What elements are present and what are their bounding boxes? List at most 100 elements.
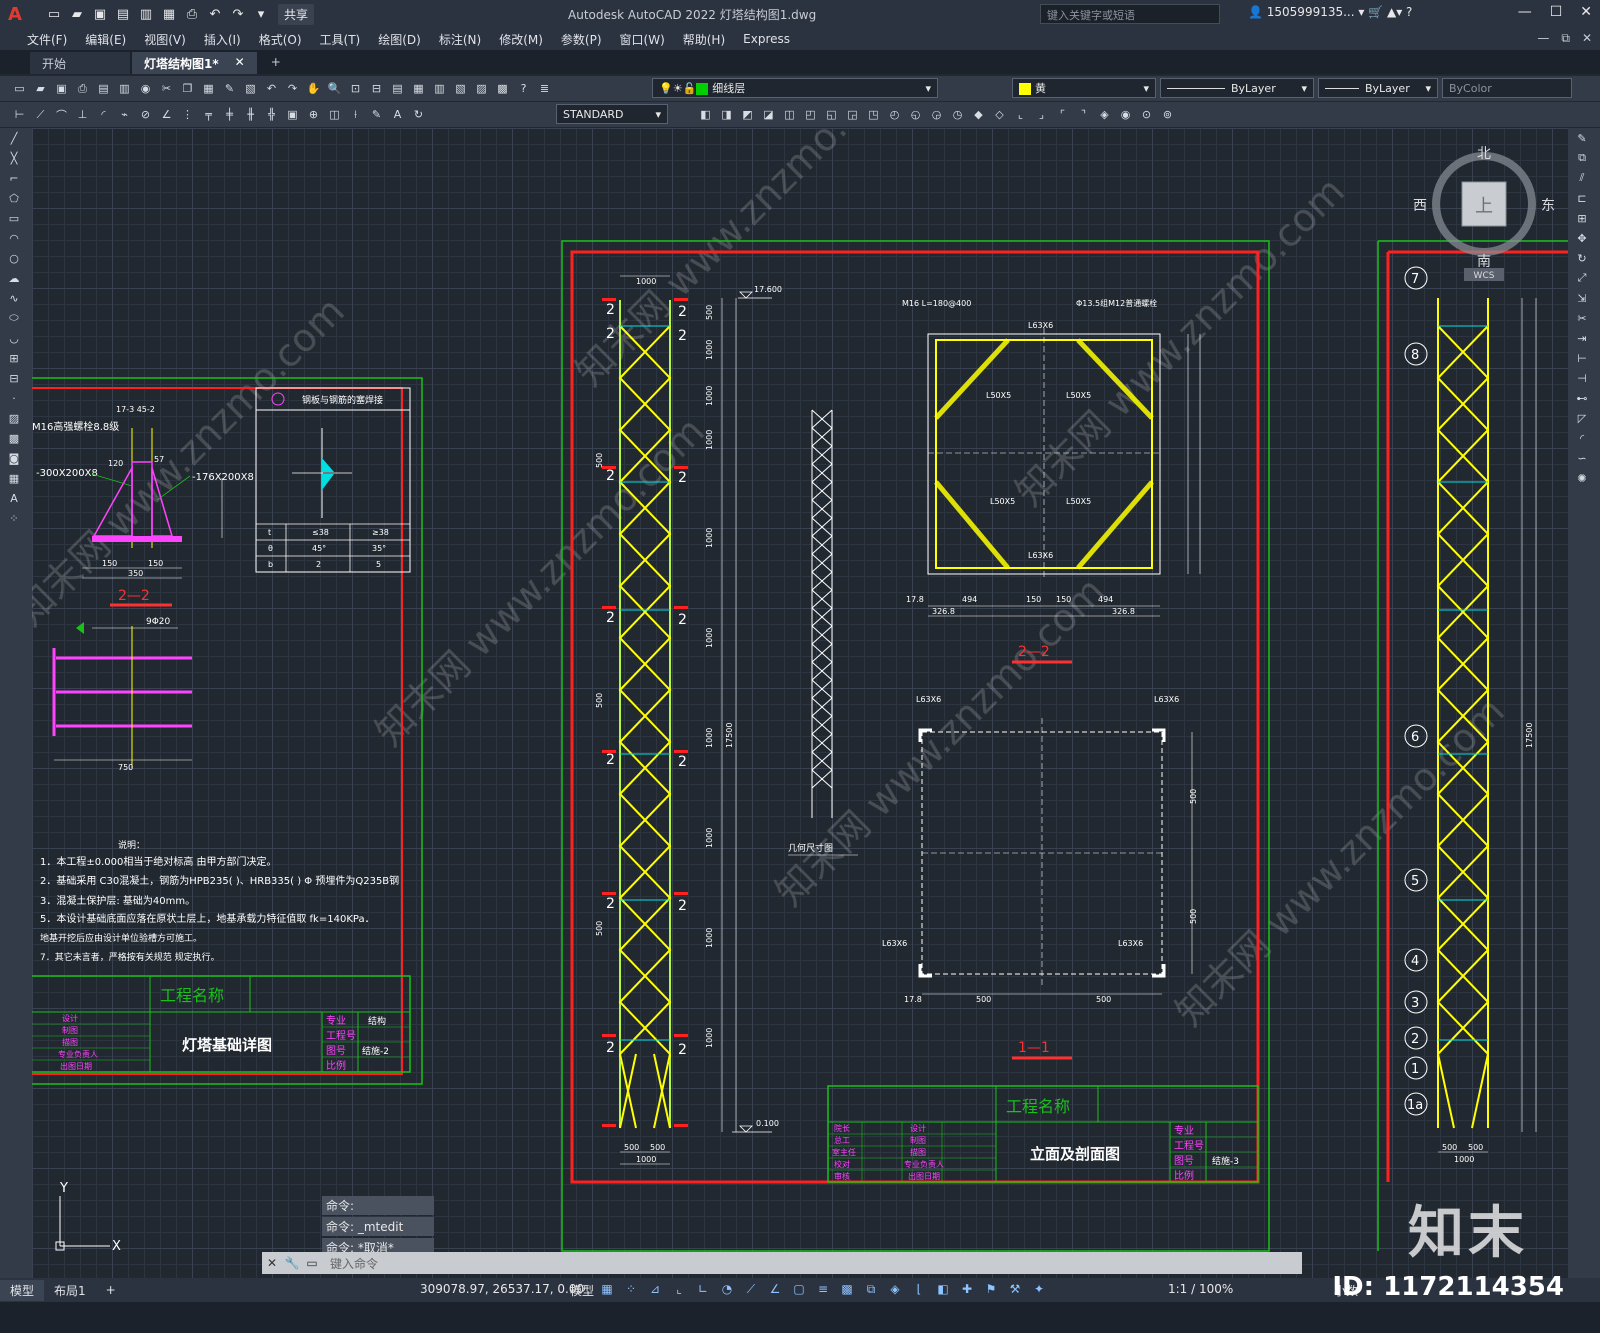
polyline-tool-icon[interactable]: ⌐ — [0, 168, 28, 188]
ucs-origin-icon[interactable]: ⊙ — [1137, 105, 1156, 124]
copy-icon[interactable]: ❐ — [178, 79, 197, 98]
menu-tools[interactable]: 工具(T) — [311, 31, 370, 48]
view-left-icon[interactable]: ◩ — [738, 105, 757, 124]
save-tool-icon[interactable]: ▣ — [52, 79, 71, 98]
tab-drawing[interactable]: 灯塔结构图1* ✕ — [132, 52, 257, 74]
dim-edit-icon[interactable]: ✎ — [367, 105, 386, 124]
copy-tool-icon[interactable]: ⧉ — [1568, 148, 1596, 168]
layer-combo[interactable]: 💡☀🔓 细线层 ▾ — [652, 78, 938, 98]
mirror-tool-icon[interactable]: ⫽ — [1568, 168, 1596, 188]
gradient-tool-icon[interactable]: ▩ — [0, 428, 28, 448]
move-tool-icon[interactable]: ✥ — [1568, 228, 1596, 248]
undo-tool-icon[interactable]: ↶ — [262, 79, 281, 98]
menu-help[interactable]: 帮助(H) — [674, 31, 734, 48]
menu-view[interactable]: 视图(V) — [135, 31, 195, 48]
explode-tool-icon[interactable]: ✺ — [1568, 468, 1596, 488]
drawing-close-icon[interactable]: ✕ — [1582, 31, 1592, 46]
zoom-window-icon[interactable]: ⊡ — [346, 79, 365, 98]
autocad-logo-icon[interactable]: A — [0, 0, 30, 28]
add-selected-icon[interactable]: ⁘ — [0, 508, 28, 528]
block-editor-icon[interactable]: ▧ — [241, 79, 260, 98]
revcloud-tool-icon[interactable]: ☁ — [0, 268, 28, 288]
annotation-scale-icon[interactable]: ✦ — [1030, 1280, 1048, 1298]
paste-icon[interactable]: ▦ — [199, 79, 218, 98]
dim-text-edit-icon[interactable]: A — [388, 105, 407, 124]
viewcube[interactable]: 北 南 东 西 上 WCS — [1402, 142, 1562, 282]
trim-tool-icon[interactable]: ✂ — [1568, 308, 1596, 328]
new-file-icon[interactable]: ▭ — [44, 5, 64, 23]
view-front-icon[interactable]: ◫ — [780, 105, 799, 124]
dim-continue-icon[interactable]: ╪ — [220, 105, 239, 124]
xline-tool-icon[interactable]: ╳ — [0, 148, 28, 168]
blend-tool-icon[interactable]: ∽ — [1568, 448, 1596, 468]
plotstyle-combo[interactable]: ByColor — [1442, 78, 1572, 98]
command-input[interactable]: 键入命令 — [322, 1255, 1302, 1272]
dynamic-ucs-icon[interactable]: ⌊ — [910, 1280, 928, 1298]
dim-linear-icon[interactable]: ⊢ — [10, 105, 29, 124]
dim-radius-icon[interactable]: ◜ — [94, 105, 113, 124]
view-sw-icon[interactable]: ◱ — [822, 105, 841, 124]
dim-ordinate-icon[interactable]: ⊥ — [73, 105, 92, 124]
redo-icon[interactable]: ↷ — [228, 5, 248, 23]
polar-toggle-icon[interactable]: ◔ — [718, 1280, 736, 1298]
osnap-icon[interactable]: ▢ — [790, 1280, 808, 1298]
mtext-tool-icon[interactable]: A — [0, 488, 28, 508]
web-open-icon[interactable]: ▦ — [159, 5, 179, 23]
view-se-icon[interactable]: ◲ — [843, 105, 862, 124]
menu-dimension[interactable]: 标注(N) — [430, 31, 490, 48]
realistic-icon[interactable]: ◆ — [969, 105, 988, 124]
rectangle-tool-icon[interactable]: ▭ — [0, 208, 28, 228]
zoom-previous-icon[interactable]: ⊟ — [367, 79, 386, 98]
web-save-icon[interactable]: ▥ — [136, 5, 156, 23]
3d-osnap-icon[interactable]: ◈ — [886, 1280, 904, 1298]
stretch-tool-icon[interactable]: ⇲ — [1568, 288, 1596, 308]
isodraft-icon[interactable]: ⟋ — [742, 1280, 760, 1298]
tolerance-icon[interactable]: ▣ — [283, 105, 302, 124]
view-ne-icon[interactable]: ◳ — [864, 105, 883, 124]
wireframe-icon[interactable]: ◶ — [927, 105, 946, 124]
make-block-icon[interactable]: ⊟ — [0, 368, 28, 388]
region-tool-icon[interactable]: ◙ — [0, 448, 28, 468]
dim-angular-icon[interactable]: ∠ — [157, 105, 176, 124]
color-combo[interactable]: 黄 ▾ — [1012, 78, 1156, 98]
layout-tab-layout1[interactable]: 布局1 — [44, 1280, 96, 1301]
arc-tool-icon[interactable]: ◠ — [0, 228, 28, 248]
annotation-scale[interactable]: 1:1 / 100% — [1168, 1282, 1233, 1296]
new-tab-button[interactable]: + — [259, 52, 293, 74]
gizmo-icon[interactable]: ✚ — [958, 1280, 976, 1298]
close-icon[interactable]: ✕ — [1580, 4, 1592, 20]
drawing-canvas[interactable]: 知末网 www.znzmo.com 知末网 www.znzmo.com 知末网 … — [32, 128, 1568, 1278]
plot-icon[interactable]: ⎙ — [182, 5, 202, 23]
erase-tool-icon[interactable]: ✎ — [1568, 128, 1596, 148]
ucs-zaxis-icon[interactable]: ⊚ — [1158, 105, 1177, 124]
maximize-icon[interactable]: ☐ — [1550, 4, 1563, 20]
undo-icon[interactable]: ↶ — [205, 5, 225, 23]
model-space-button[interactable]: 模型 — [570, 1282, 594, 1299]
help-tool-icon[interactable]: ? — [514, 79, 533, 98]
chamfer-tool-icon[interactable]: ◸ — [1568, 408, 1596, 428]
cut-icon[interactable]: ✂ — [157, 79, 176, 98]
dim-update-icon[interactable]: ↻ — [409, 105, 428, 124]
minimize-icon[interactable]: — — [1518, 4, 1532, 20]
view-right-icon[interactable]: ◪ — [759, 105, 778, 124]
dim-aligned-icon[interactable]: ⟋ — [31, 105, 50, 124]
preview-icon[interactable]: ▤ — [94, 79, 113, 98]
calc-icon[interactable]: ▩ — [493, 79, 512, 98]
dim-arc-icon[interactable]: ⌒ — [52, 105, 71, 124]
tab-close-icon[interactable]: ✕ — [235, 55, 245, 71]
add-layout-button[interactable]: + — [96, 1281, 126, 1299]
customize-qa-icon[interactable]: ▾ — [251, 5, 271, 23]
grid-toggle-icon[interactable]: ▦ — [598, 1280, 616, 1298]
ellipse-tool-icon[interactable]: ⬭ — [0, 308, 28, 328]
layout-tab-model[interactable]: 模型 — [0, 1279, 45, 1301]
command-customize-icon[interactable]: 🔧 — [282, 1256, 302, 1270]
menu-parametric[interactable]: 参数(P) — [552, 31, 611, 48]
lineweight-combo[interactable]: ByLayer ▾ — [1318, 78, 1438, 98]
transparency-icon[interactable]: ▩ — [838, 1280, 856, 1298]
infer-constraints-icon[interactable]: ⊿ — [646, 1280, 664, 1298]
annotation-visibility-icon[interactable]: ⚑ — [982, 1280, 1000, 1298]
pan-icon[interactable]: ✋ — [304, 79, 323, 98]
ucs-object-icon[interactable]: ◈ — [1095, 105, 1114, 124]
qnew-icon[interactable]: ▭ — [10, 79, 29, 98]
rotate-tool-icon[interactable]: ↻ — [1568, 248, 1596, 268]
